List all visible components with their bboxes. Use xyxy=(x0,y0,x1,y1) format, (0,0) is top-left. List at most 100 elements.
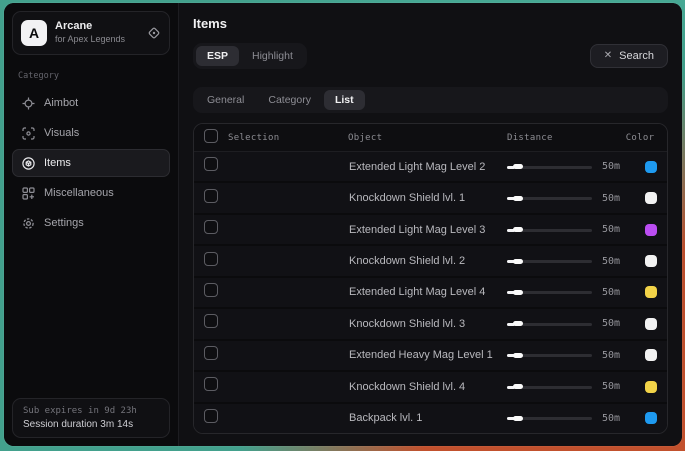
slider-thumb[interactable] xyxy=(513,290,523,295)
search-button-label: Search xyxy=(619,50,654,62)
table-row: Extended Light Mag Level 250m xyxy=(194,152,667,183)
distance-slider[interactable] xyxy=(507,224,592,236)
distance-value: 50m xyxy=(602,350,620,361)
slider-thumb[interactable] xyxy=(513,196,523,201)
row-checkbox[interactable] xyxy=(204,377,218,391)
color-swatch[interactable] xyxy=(645,286,657,298)
select-all-checkbox[interactable] xyxy=(204,129,218,143)
row-checkbox[interactable] xyxy=(204,157,218,171)
object-name: Knockdown Shield lvl. 3 xyxy=(348,318,503,330)
distance-slider[interactable] xyxy=(507,318,592,330)
distance-value: 50m xyxy=(602,256,620,267)
column-header-color: Color xyxy=(623,133,657,143)
tab-category[interactable]: Category xyxy=(257,90,322,110)
view-tab-group: General Category List xyxy=(193,87,668,113)
page-title: Items xyxy=(193,16,668,31)
table-row: Knockdown Shield lvl. 450m xyxy=(194,372,667,403)
table-row: Extended Light Mag Level 4 50m xyxy=(194,278,667,309)
main-panel: Items ESP Highlight ✕ Search General Cat… xyxy=(178,3,682,446)
color-swatch[interactable] xyxy=(645,381,657,393)
diamond-icon[interactable] xyxy=(147,26,161,40)
tab-list[interactable]: List xyxy=(324,90,365,110)
distance-value: 50m xyxy=(602,413,620,424)
search-button[interactable]: ✕ Search xyxy=(590,44,668,68)
tab-general[interactable]: General xyxy=(196,90,255,110)
slider-thumb[interactable] xyxy=(513,384,523,389)
distance-slider[interactable] xyxy=(507,412,592,424)
sidebar-item-label: Items xyxy=(44,157,71,169)
distance-slider[interactable] xyxy=(507,192,592,204)
category-label: Category xyxy=(18,71,164,81)
sidebar-item-visuals[interactable]: Visuals xyxy=(12,119,170,147)
distance-slider[interactable] xyxy=(507,255,592,267)
color-swatch[interactable] xyxy=(645,412,657,424)
column-header-distance: Distance xyxy=(503,133,623,143)
distance-slider[interactable] xyxy=(507,286,592,298)
distance-slider[interactable] xyxy=(507,349,592,361)
sidebar-item-aimbot[interactable]: Aimbot xyxy=(12,89,170,117)
app-title: Arcane xyxy=(55,20,139,34)
object-name: Backpack lvl. 1 xyxy=(348,412,503,424)
table-row: Knockdown Shield lvl. 2 50m xyxy=(194,246,667,277)
row-checkbox[interactable] xyxy=(204,252,218,266)
color-swatch[interactable] xyxy=(645,192,657,204)
slider-thumb[interactable] xyxy=(513,227,523,232)
sidebar-item-label: Visuals xyxy=(44,127,79,139)
grid-icon xyxy=(22,187,35,200)
slider-thumb[interactable] xyxy=(513,259,523,264)
color-swatch[interactable] xyxy=(645,349,657,361)
app-window: A Arcane for Apex Legends Category Aimbo… xyxy=(4,3,682,446)
sidebar-item-miscellaneous[interactable]: Miscellaneous xyxy=(12,179,170,207)
sidebar: A Arcane for Apex Legends Category Aimbo… xyxy=(4,3,178,446)
object-name: Extended Light Mag Level 4 xyxy=(348,286,503,298)
object-name: Extended Heavy Mag Level 1 xyxy=(348,349,503,361)
esp-tab-group: ESP Highlight xyxy=(193,43,307,69)
distance-value: 50m xyxy=(602,224,620,235)
row-checkbox[interactable] xyxy=(204,314,218,328)
tab-highlight[interactable]: Highlight xyxy=(241,46,304,66)
slider-thumb[interactable] xyxy=(513,416,523,421)
row-checkbox[interactable] xyxy=(204,189,218,203)
app-logo: A xyxy=(21,20,47,46)
slider-thumb[interactable] xyxy=(513,321,523,326)
table-body: Extended Light Mag Level 250mKnockdown S… xyxy=(194,152,667,433)
tab-esp[interactable]: ESP xyxy=(196,46,239,66)
column-header-object: Object xyxy=(348,133,503,143)
color-swatch[interactable] xyxy=(645,255,657,267)
row-checkbox[interactable] xyxy=(204,346,218,360)
table-header-row: Selection Object Distance Color xyxy=(194,124,667,152)
table-row: Knockdown Shield lvl. 3 50m xyxy=(194,309,667,340)
row-checkbox[interactable] xyxy=(204,220,218,234)
color-swatch[interactable] xyxy=(645,161,657,173)
distance-value: 50m xyxy=(602,381,620,392)
subscription-card: Sub expires in 9d 23h Session duration 3… xyxy=(12,398,170,438)
eye-scan-icon xyxy=(22,127,35,140)
distance-slider[interactable] xyxy=(507,381,592,393)
gear-icon xyxy=(22,217,35,230)
sidebar-item-items[interactable]: Items xyxy=(12,149,170,177)
table-row: Extended Heavy Mag Level 1 50m xyxy=(194,341,667,372)
slider-thumb[interactable] xyxy=(513,164,523,169)
row-checkbox[interactable] xyxy=(204,409,218,423)
table-row: Knockdown Shield lvl. 150m xyxy=(194,183,667,214)
sidebar-item-settings[interactable]: Settings xyxy=(12,209,170,237)
distance-value: 50m xyxy=(602,318,620,329)
brand-card: A Arcane for Apex Legends xyxy=(12,11,170,55)
table-row: Backpack lvl. 1 50m xyxy=(194,404,667,433)
sidebar-nav: Aimbot Visuals Items xyxy=(12,89,170,237)
color-swatch[interactable] xyxy=(645,318,657,330)
crosshair-icon xyxy=(22,97,35,110)
app-subtitle: for Apex Legends xyxy=(55,34,139,46)
slider-thumb[interactable] xyxy=(513,353,523,358)
distance-slider[interactable] xyxy=(507,161,592,173)
object-name: Knockdown Shield lvl. 2 xyxy=(348,255,503,267)
package-icon xyxy=(22,157,35,170)
session-duration-text: Session duration 3m 14s xyxy=(23,419,159,430)
object-name: Extended Light Mag Level 3 xyxy=(348,224,503,236)
items-table: Selection Object Distance Color Extended… xyxy=(193,123,668,434)
object-name: Extended Light Mag Level 2 xyxy=(348,161,503,173)
distance-value: 50m xyxy=(602,287,620,298)
color-swatch[interactable] xyxy=(645,224,657,236)
distance-value: 50m xyxy=(602,193,620,204)
row-checkbox[interactable] xyxy=(204,283,218,297)
